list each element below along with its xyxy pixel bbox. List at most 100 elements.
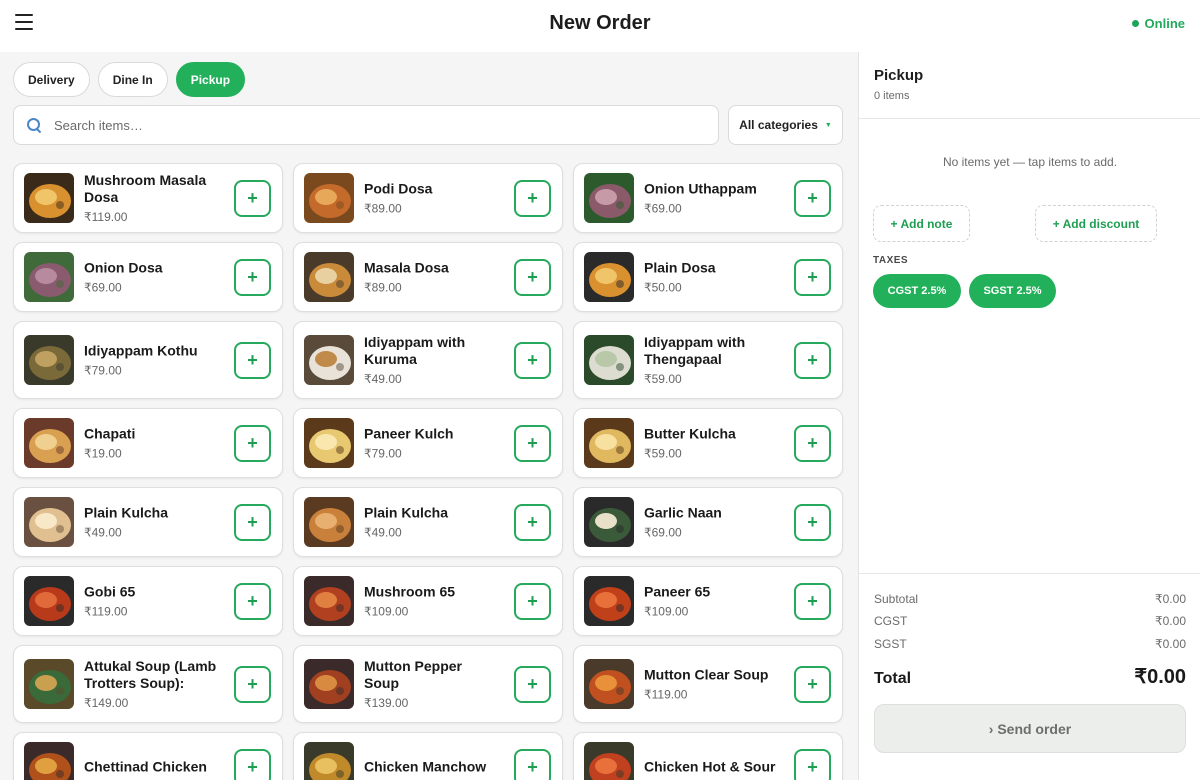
subtotal-value: ₹0.00: [1155, 592, 1186, 606]
food-thumbnail: [24, 173, 74, 223]
food-thumbnail: [24, 742, 74, 780]
food-thumbnail: [584, 497, 634, 547]
total-row: Total ₹0.00: [874, 664, 1186, 689]
top-bar: New Order Online: [0, 0, 1200, 52]
item-price: ₹59.00: [644, 446, 682, 461]
online-status: Online: [1131, 16, 1185, 31]
menu-item-card[interactable]: Plain Kulcha ₹49.00 +: [293, 487, 563, 557]
taxes-heading: TAXES: [873, 255, 909, 266]
menu-item-card[interactable]: Mushroom Masala Dosa ₹119.00 +: [13, 163, 283, 233]
menu-item-card[interactable]: Chettinad Chicken +: [13, 732, 283, 780]
add-item-button[interactable]: +: [514, 749, 551, 780]
menu-item-card[interactable]: Idiyappam Kothu ₹79.00 +: [13, 321, 283, 399]
menu-item-card[interactable]: Mushroom 65 ₹109.00 +: [293, 566, 563, 636]
item-grid: Mushroom Masala Dosa ₹119.00 + Podi Dosa ₹89…: [13, 163, 843, 780]
menu-item-card[interactable]: Chapati ₹19.00 +: [13, 408, 283, 478]
item-info: Idiyappam with Kuruma ₹49.00: [364, 334, 500, 386]
add-item-button[interactable]: +: [234, 259, 271, 296]
add-item-button[interactable]: +: [794, 342, 831, 379]
send-order-button[interactable]: › Send order: [874, 704, 1186, 753]
tax-sgst-toggle[interactable]: SGST 2.5%: [969, 274, 1056, 308]
menu-item-card[interactable]: Masala Dosa ₹89.00 +: [293, 242, 563, 312]
add-item-button[interactable]: +: [514, 180, 551, 217]
item-info: Chicken Manchow: [364, 759, 500, 776]
food-thumbnail: [304, 497, 354, 547]
add-item-button[interactable]: +: [234, 749, 271, 780]
menu-item-card[interactable]: Chicken Manchow +: [293, 732, 563, 780]
item-info: Mutton Clear Soup ₹119.00: [644, 667, 780, 702]
item-name: Gobi 65: [84, 583, 136, 600]
food-thumbnail: [584, 659, 634, 709]
menu-item-card[interactable]: Idiyappam with Thengapaal ₹59.00 +: [573, 321, 843, 399]
add-item-button[interactable]: +: [234, 666, 271, 703]
category-select[interactable]: All categories ▼: [728, 105, 843, 145]
add-item-button[interactable]: +: [794, 583, 831, 620]
sgst-row: SGST ₹0.00: [874, 637, 1186, 651]
search-input[interactable]: [54, 117, 694, 133]
menu-item-card[interactable]: Podi Dosa ₹89.00 +: [293, 163, 563, 233]
add-item-button[interactable]: +: [794, 666, 831, 703]
food-thumbnail: [304, 742, 354, 780]
menu-item-card[interactable]: Paneer Kulch ₹79.00 +: [293, 408, 563, 478]
food-thumbnail: [584, 576, 634, 626]
add-item-button[interactable]: +: [234, 583, 271, 620]
chevron-down-icon: ▼: [824, 121, 832, 129]
divider: [859, 118, 1200, 119]
add-item-button[interactable]: +: [514, 504, 551, 541]
menu-item-card[interactable]: Onion Uthappam ₹69.00 +: [573, 163, 843, 233]
menu-item-card[interactable]: Plain Kulcha ₹49.00 +: [13, 487, 283, 557]
tax-cgst-toggle[interactable]: CGST 2.5%: [873, 274, 961, 308]
menu-item-card[interactable]: Gobi 65 ₹119.00 +: [13, 566, 283, 636]
menu-item-card[interactable]: Paneer 65 ₹109.00 +: [573, 566, 843, 636]
add-item-button[interactable]: +: [794, 749, 831, 780]
menu-item-card[interactable]: Plain Dosa ₹50.00 +: [573, 242, 843, 312]
menu-item-card[interactable]: Butter Kulcha ₹59.00 +: [573, 408, 843, 478]
add-item-button[interactable]: +: [514, 259, 551, 296]
tab-pickup[interactable]: Pickup: [175, 62, 246, 97]
menu-item-card[interactable]: Chicken Hot & Sour +: [573, 732, 843, 780]
item-info: Chettinad Chicken: [84, 759, 220, 776]
item-name: Idiyappam with Kuruma: [364, 334, 466, 367]
item-price: ₹119.00: [84, 210, 128, 224]
menu-item-card[interactable]: Mutton Clear Soup ₹119.00 +: [573, 645, 843, 723]
add-item-button[interactable]: +: [514, 666, 551, 703]
item-name: Chicken Hot & Sour: [644, 758, 776, 775]
add-item-button[interactable]: +: [794, 180, 831, 217]
menu-item-card[interactable]: Attukal Soup (Lamb Trotters Soup): ₹149.0…: [13, 645, 283, 723]
search-bar[interactable]: [13, 105, 719, 145]
item-name: Onion Uthappam: [644, 180, 757, 197]
item-info: Plain Kulcha ₹49.00: [364, 505, 500, 540]
tab-dine-in[interactable]: Dine In: [97, 62, 168, 97]
item-name: Mushroom 65: [364, 583, 456, 600]
add-item-button[interactable]: +: [234, 180, 271, 217]
item-name: Plain Dosa: [644, 259, 716, 276]
add-item-button[interactable]: +: [794, 259, 831, 296]
food-thumbnail: [584, 173, 634, 223]
add-item-button[interactable]: +: [794, 425, 831, 462]
total-value: ₹0.00: [1134, 666, 1186, 688]
menu-item-card[interactable]: Mutton Pepper Soup ₹139.00 +: [293, 645, 563, 723]
food-thumbnail: [304, 173, 354, 223]
status-dot-icon: [1131, 20, 1139, 27]
tab-delivery[interactable]: Delivery: [13, 62, 90, 97]
add-item-button[interactable]: +: [234, 504, 271, 541]
menu-item-card[interactable]: Garlic Naan ₹69.00 +: [573, 487, 843, 557]
item-info: Podi Dosa ₹89.00: [364, 181, 500, 216]
food-thumbnail: [304, 659, 354, 709]
add-item-button[interactable]: +: [234, 342, 271, 379]
hamburger-icon[interactable]: [15, 14, 33, 30]
menu-panel: Delivery Dine In Pickup All categories ▼…: [0, 52, 858, 780]
menu-item-card[interactable]: Idiyappam with Kuruma ₹49.00 +: [293, 321, 563, 399]
add-item-button[interactable]: +: [514, 342, 551, 379]
menu-item-card[interactable]: Onion Dosa ₹69.00 +: [13, 242, 283, 312]
item-name: Chettinad Chicken: [84, 758, 207, 775]
add-item-button[interactable]: +: [234, 425, 271, 462]
add-discount-button[interactable]: + Add discount: [1035, 205, 1157, 242]
item-name: Podi Dosa: [364, 180, 433, 197]
item-info: Gobi 65 ₹119.00: [84, 584, 220, 619]
add-item-button[interactable]: +: [794, 504, 831, 541]
page-title: New Order: [549, 12, 651, 34]
add-item-button[interactable]: +: [514, 583, 551, 620]
add-item-button[interactable]: +: [514, 425, 551, 462]
add-note-button[interactable]: + Add note: [873, 205, 970, 242]
